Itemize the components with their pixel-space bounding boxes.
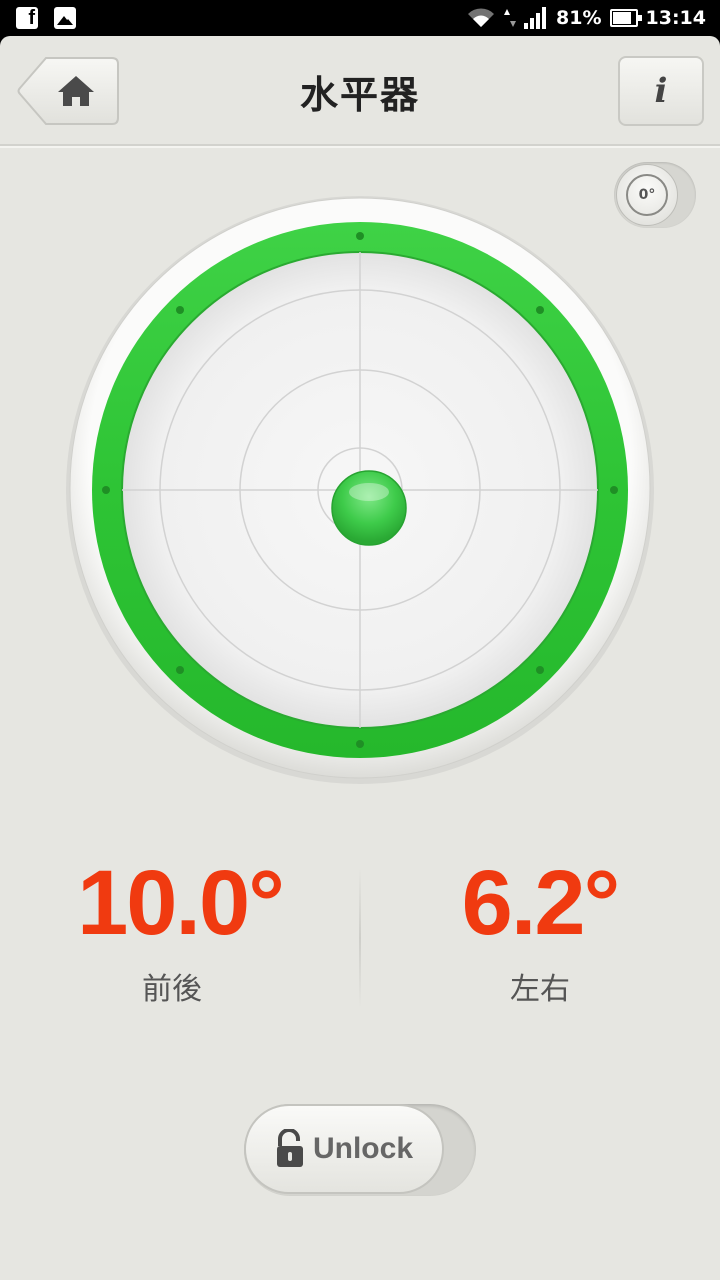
data-arrows-icon xyxy=(504,9,517,27)
clock: 13:14 xyxy=(645,7,706,29)
left-right-readout: 6.2° 左右 xyxy=(360,848,720,1008)
lock-toggle[interactable]: Unlock xyxy=(244,1104,476,1196)
system-icons: 81% 13:14 xyxy=(466,7,706,29)
battery-percent: 81% xyxy=(556,7,602,29)
unlock-button[interactable]: Unlock xyxy=(244,1104,444,1194)
info-icon: i xyxy=(654,71,668,111)
unlock-icon xyxy=(276,1129,303,1167)
bubble-highlight xyxy=(349,483,389,501)
bubble-level xyxy=(66,196,654,784)
app-window: 水平器 i 0° 10.0° 前後 6.2° 左右 Unlock xyxy=(0,36,720,1280)
facebook-icon: f xyxy=(16,7,38,29)
level-bubble xyxy=(331,470,407,546)
wifi-icon xyxy=(468,8,495,27)
unlock-label: Unlock xyxy=(312,1132,414,1165)
left-right-label: 左右 xyxy=(510,972,570,1007)
battery-icon xyxy=(609,9,642,27)
status-bar: f 81% 13:14 xyxy=(0,0,720,36)
angle-readouts: 10.0° 前後 6.2° 左右 xyxy=(0,848,720,1028)
left-right-value: 6.2° xyxy=(461,852,621,954)
signal-icon xyxy=(524,7,547,29)
info-button[interactable]: i xyxy=(618,56,704,126)
header-bar: 水平器 i xyxy=(0,36,720,146)
front-back-value: 10.0° xyxy=(77,852,285,954)
front-back-label: 前後 xyxy=(142,972,202,1007)
front-back-readout: 10.0° 前後 xyxy=(0,848,360,1008)
notification-icons: f xyxy=(16,7,76,29)
image-icon xyxy=(54,7,76,29)
page-title: 水平器 xyxy=(299,73,420,117)
